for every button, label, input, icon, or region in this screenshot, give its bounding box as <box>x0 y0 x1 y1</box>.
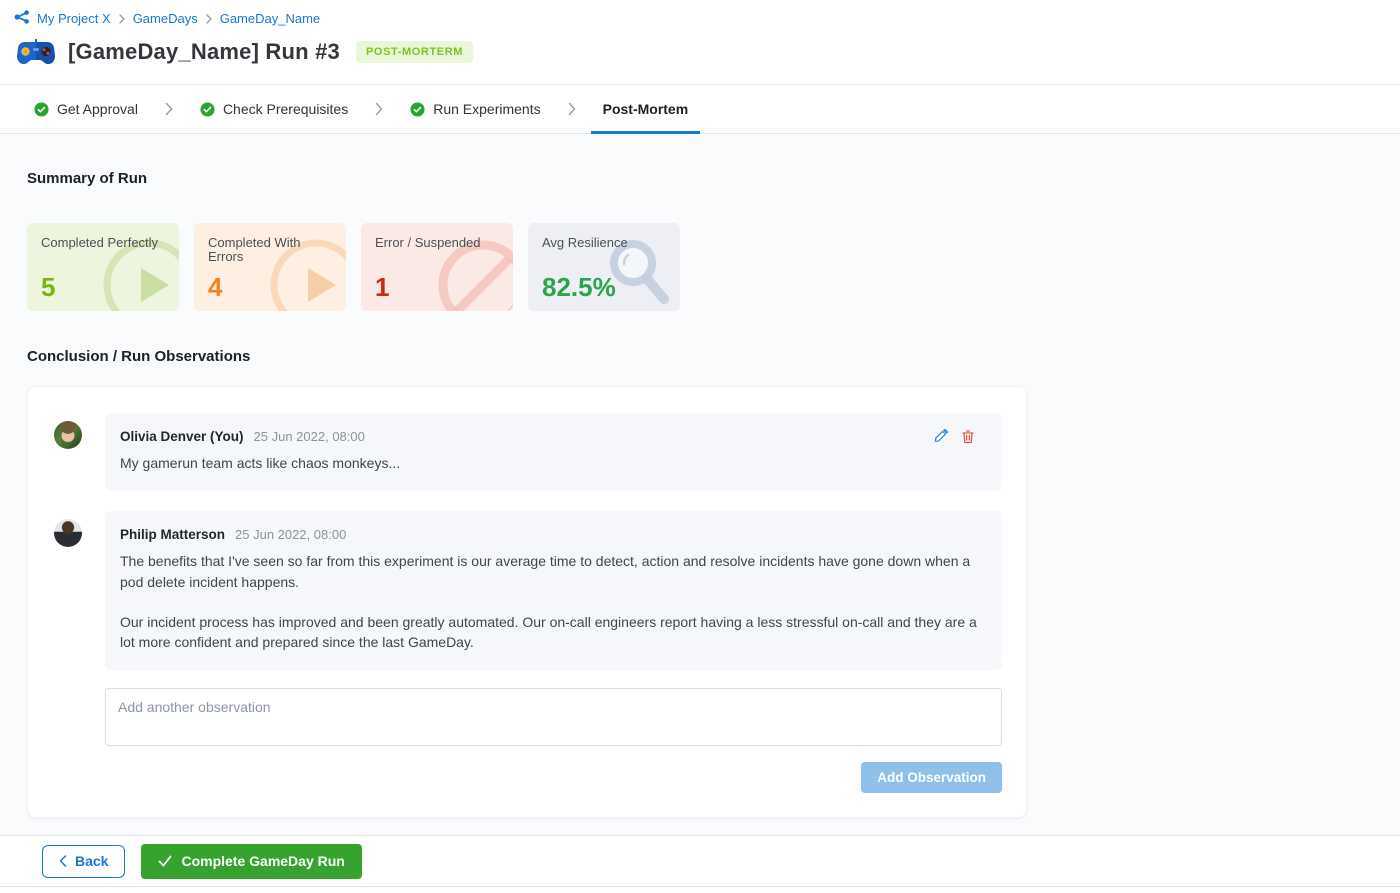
avatar <box>54 421 82 449</box>
comment-row: Olivia Denver (You) 25 Jun 2022, 08:00 M… <box>54 413 1002 491</box>
gamepad-icon <box>16 39 56 65</box>
step-label: Run Experiments <box>433 101 540 117</box>
summary-cards: Completed Perfectly 5 Completed With Err… <box>27 223 1373 311</box>
avatar <box>54 519 82 547</box>
check-circle-icon <box>410 102 425 117</box>
back-button[interactable]: Back <box>42 845 125 878</box>
chevron-right-icon <box>567 85 577 133</box>
stat-label: Avg Resilience <box>542 236 666 274</box>
comment-row: Philip Matterson 25 Jun 2022, 08:00 The … <box>54 511 1002 670</box>
page-title: [GameDay_Name] Run #3 <box>68 39 340 65</box>
breadcrumb: My Project X GameDays GameDay_Name <box>14 10 1400 27</box>
comment-card: Olivia Denver (You) 25 Jun 2022, 08:00 M… <box>105 413 1002 491</box>
main-content: Summary of Run Completed Perfectly 5 Com… <box>0 134 1400 835</box>
step-post-mortem[interactable]: Post-Mortem <box>603 85 689 133</box>
stat-card-completed-perfectly: Completed Perfectly 5 <box>27 223 179 311</box>
stat-label: Completed With Errors <box>208 236 332 274</box>
title-row: [GameDay_Name] Run #3 POST-MORTERM <box>14 39 1400 65</box>
comment-text: My gamerun team acts like chaos monkeys.… <box>120 453 987 473</box>
stat-label: Completed Perfectly <box>41 236 165 274</box>
chevron-left-icon <box>59 855 67 867</box>
stat-card-completed-with-errors: Completed With Errors 4 <box>194 223 346 311</box>
comment-timestamp: 25 Jun 2022, 08:00 <box>235 527 346 542</box>
chevron-right-icon <box>164 85 174 133</box>
step-check-prerequisites[interactable]: Check Prerequisites <box>200 85 348 133</box>
comment-author: Philip Matterson <box>120 527 225 542</box>
delete-comment-button[interactable] <box>961 429 975 444</box>
step-label: Check Prerequisites <box>223 101 348 117</box>
complete-gameday-run-button[interactable]: Complete GameDay Run <box>141 844 361 879</box>
observations-heading: Conclusion / Run Observations <box>27 348 1373 365</box>
step-get-approval[interactable]: Get Approval <box>34 85 138 133</box>
stat-card-avg-resilience: Avg Resilience 82.5% <box>528 223 680 311</box>
step-run-experiments[interactable]: Run Experiments <box>410 85 540 133</box>
stat-value: 4 <box>208 274 332 300</box>
chevron-right-icon <box>118 14 126 24</box>
comment-author: Olivia Denver (You) <box>120 429 244 444</box>
stat-card-error-suspended: Error / Suspended 1 <box>361 223 513 311</box>
check-circle-icon <box>34 102 49 117</box>
breadcrumb-item-gamedays[interactable]: GameDays <box>133 11 198 26</box>
summary-heading: Summary of Run <box>27 134 1373 187</box>
comment-timestamp: 25 Jun 2022, 08:00 <box>254 429 365 444</box>
footer-bar: Back Complete GameDay Run <box>0 835 1400 887</box>
step-label: Get Approval <box>57 101 138 117</box>
page-header: My Project X GameDays GameDay_Name [Game… <box>0 0 1400 84</box>
stat-value: 5 <box>41 274 165 300</box>
status-badge: POST-MORTERM <box>356 41 473 63</box>
edit-comment-button[interactable] <box>934 429 949 444</box>
run-stepper: Get Approval Check Prerequisites Run Exp… <box>0 84 1400 134</box>
comment-text: The benefits that I've seen so far from … <box>120 551 987 652</box>
breadcrumb-item-gameday-name[interactable]: GameDay_Name <box>220 11 320 26</box>
check-icon <box>158 855 172 867</box>
breadcrumb-item-project[interactable]: My Project X <box>37 11 111 26</box>
add-observation-input[interactable] <box>105 688 1002 746</box>
stat-label: Error / Suspended <box>375 236 499 274</box>
stat-value: 82.5% <box>542 274 666 300</box>
stat-value: 1 <box>375 274 499 300</box>
comment-card: Philip Matterson 25 Jun 2022, 08:00 The … <box>105 511 1002 670</box>
add-observation-button[interactable]: Add Observation <box>861 762 1002 793</box>
chevron-right-icon <box>205 14 213 24</box>
check-circle-icon <box>200 102 215 117</box>
chevron-right-icon <box>374 85 384 133</box>
project-icon <box>14 10 30 27</box>
step-label: Post-Mortem <box>603 101 689 117</box>
observations-panel: Olivia Denver (You) 25 Jun 2022, 08:00 M… <box>27 386 1027 818</box>
